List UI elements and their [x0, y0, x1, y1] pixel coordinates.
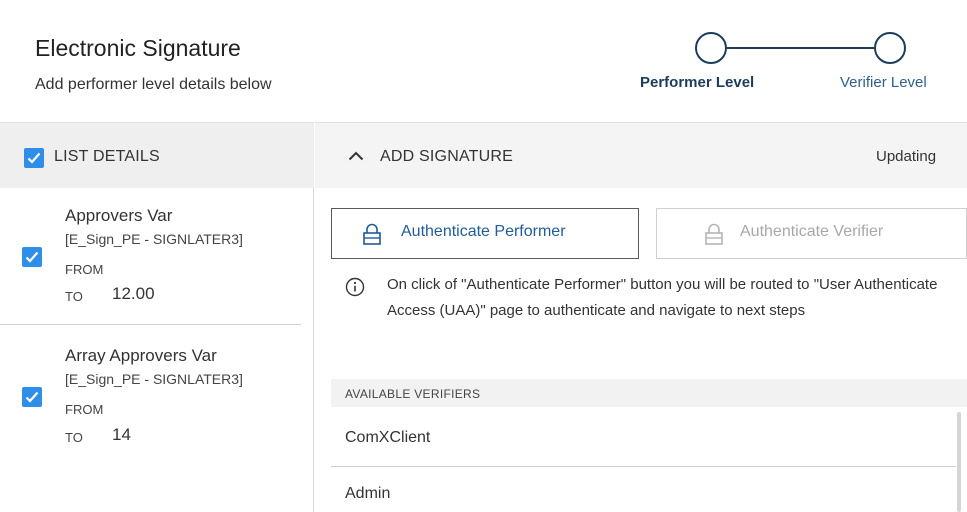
item-to-value: 12.00: [112, 284, 155, 303]
add-signature-panel: ADD SIGNATURE Updating Authenticate Perf…: [315, 122, 967, 512]
list-details-label: LIST DETAILS: [54, 148, 160, 165]
item-to-value: 14: [112, 425, 131, 444]
verifier-name: Admin: [345, 485, 391, 502]
list-details-header: LIST DETAILS: [0, 122, 314, 188]
lock-icon: [363, 223, 381, 245]
verifier-row[interactable]: Admin: [331, 468, 956, 512]
add-signature-label: ADD SIGNATURE: [380, 148, 513, 165]
status-text: Updating: [876, 148, 937, 165]
chevron-up-icon[interactable]: [348, 151, 364, 161]
authenticate-verifier-label: Authenticate Verifier: [740, 223, 884, 240]
item-from-label: FROM: [65, 402, 104, 417]
list-item[interactable]: Array Approvers Var [E_Sign_PE - SIGNLAT…: [0, 325, 301, 512]
lock-icon: [705, 223, 723, 245]
item-checkbox-icon[interactable]: [22, 247, 42, 267]
stepper-connector: [727, 47, 874, 49]
item-code: [E_Sign_PE - SIGNLATER3]: [65, 231, 243, 247]
item-from-label: FROM: [65, 262, 104, 277]
item-name: Array Approvers Var: [65, 346, 217, 365]
list-item[interactable]: Approvers Var [E_Sign_PE - SIGNLATER3] F…: [0, 188, 301, 325]
authenticate-verifier-button[interactable]: Authenticate Verifier: [656, 208, 967, 259]
available-verifiers-label: AVAILABLE VERIFIERS: [345, 387, 481, 401]
available-verifiers-header: AVAILABLE VERIFIERS: [331, 379, 967, 407]
verifier-name: ComXClient: [345, 429, 431, 446]
item-code: [E_Sign_PE - SIGNLATER3]: [65, 371, 243, 387]
item-name: Approvers Var: [65, 206, 173, 225]
step-performer-label[interactable]: Performer Level: [640, 74, 754, 91]
info-icon: [345, 277, 365, 297]
list-details-panel: LIST DETAILS Approvers Var [E_Sign_PE - …: [0, 122, 314, 512]
verifier-row[interactable]: ComXClient: [331, 412, 956, 467]
item-checkbox-icon[interactable]: [22, 387, 42, 407]
level-stepper: Performer Level Verifier Level: [620, 28, 967, 108]
add-signature-header[interactable]: ADD SIGNATURE Updating: [315, 122, 967, 188]
verifiers-scrollbar[interactable]: [957, 412, 961, 512]
page-subtitle: Add performer level details below: [35, 76, 272, 93]
info-message: On click of "Authenticate Performer" but…: [387, 276, 938, 319]
item-to-label: TO: [65, 430, 83, 445]
authenticate-performer-label: Authenticate Performer: [401, 223, 566, 240]
step-verifier-label[interactable]: Verifier Level: [840, 74, 927, 91]
page-header: Electronic Signature Add performer level…: [0, 0, 967, 122]
step-verifier-circle-icon[interactable]: [874, 32, 906, 64]
select-all-checkbox-icon[interactable]: [24, 148, 44, 168]
item-to-label: TO: [65, 289, 83, 304]
page-title: Electronic Signature: [35, 35, 241, 61]
step-performer-circle-icon[interactable]: [695, 32, 727, 64]
authenticate-performer-button[interactable]: Authenticate Performer: [331, 208, 639, 259]
